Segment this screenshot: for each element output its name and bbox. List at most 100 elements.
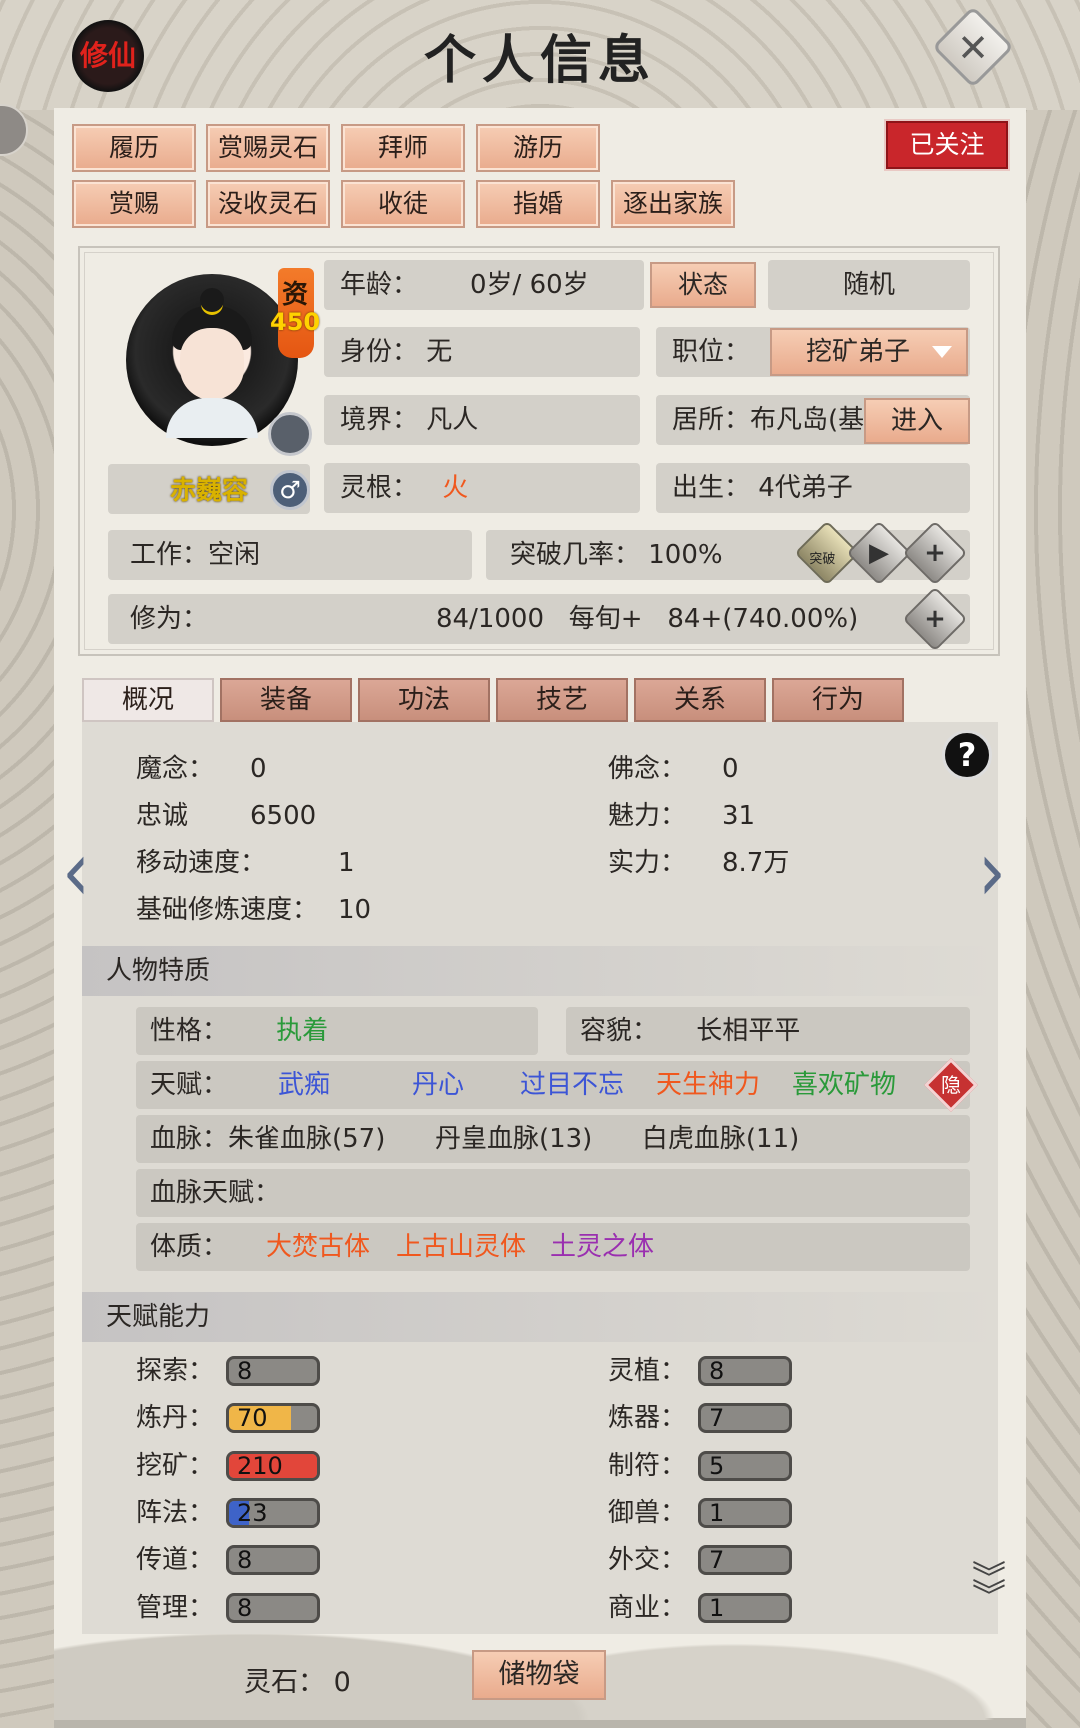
ability-label: 阵法： [136,1498,215,1528]
talent-item[interactable]: 过目不忘 [520,1061,624,1109]
tab-overview[interactable]: 概况 [82,678,214,722]
ability-bar: 23 [226,1498,320,1528]
enter-button[interactable]: 进入 [864,398,970,444]
identity-field: 身份： 无 [324,327,640,377]
aptitude-value: 450 [270,308,321,336]
tab-techniques[interactable]: 功法 [358,678,490,722]
stat-label: 佛念： [608,754,687,784]
ability-value: 1 [709,1594,725,1622]
ability-value: 8 [237,1546,253,1574]
ability-bar: 1 [698,1498,792,1528]
realm-field: 境界： 凡人 [324,395,640,445]
ability-bar: 7 [698,1403,792,1433]
state-button[interactable]: 状态 [650,262,756,308]
reward-button[interactable]: 赏赐 [72,180,196,228]
cultivation-field: 修为： 84/1000 每旬+ 84+(740.00%) [108,594,970,644]
ability-value: 210 [237,1452,283,1480]
apprentice-button[interactable]: 拜师 [341,124,465,172]
take-disciple-button[interactable]: 收徒 [341,180,465,228]
talent-item[interactable]: 天生神力 [656,1061,760,1109]
position-value: 挖矿弟子 [806,337,911,367]
ability-label: 炼器： [608,1403,687,1433]
play-icon: ▶ [869,538,889,568]
personality-value: 执着 [276,1016,329,1046]
character-name: 赤巍容 [170,476,249,506]
page-title: 个人信息 [423,30,656,91]
ability-value: 8 [237,1357,253,1385]
random-button[interactable]: 随机 [768,260,970,310]
root-field: 灵根： 火 [324,463,640,513]
right-border [1026,110,1080,1728]
brush-icon[interactable] [268,412,312,456]
ability-value: 70 [237,1404,268,1432]
ability-label: 探索： [136,1356,215,1386]
constitution-label: 体质： [150,1232,229,1262]
bloodline-talent-row: 血脉天赋： [136,1169,970,1217]
position-select[interactable]: 挖矿弟子 [770,328,968,376]
root-value: 火 [442,473,469,503]
ability-bar: 8 [226,1593,320,1623]
dropdown-arrow-icon [932,346,952,358]
looks-row: 容貌： 长相平平 [566,1007,970,1055]
stat-label: 魅力： [608,801,687,831]
section-traits: 人物特质 [82,946,998,996]
reward-stones-button[interactable]: 赏赐灵石 [206,124,330,172]
stat-label: 忠诚 [136,801,189,831]
ability-label: 管理： [136,1593,215,1623]
breakthrough-icon-label: 突破 [809,552,836,568]
history-button[interactable]: 履历 [72,124,196,172]
ability-label: 灵植： [608,1356,687,1386]
cultivation-value: 84/1000 每旬+ 84+(740.00%) [436,604,859,634]
ability-label: 挖矿： [136,1451,215,1481]
spirit-stone-count: 灵石： 0 [244,1667,351,1698]
stat-value: 0 [250,754,267,784]
ability-bar: 210 [226,1451,320,1481]
looks-label: 容貌： [580,1016,659,1046]
ability-value: 1 [709,1499,725,1527]
tab-skills[interactable]: 技艺 [496,678,628,722]
constitution-item[interactable]: 大焚古体 [266,1223,370,1271]
stat-label: 魔念： [136,754,215,784]
talent-item[interactable]: 丹心 [412,1061,464,1109]
age-value: 0岁/ 60岁 [470,270,589,300]
next-arrow-icon[interactable]: › [978,822,1006,920]
constitution-item[interactable]: 土灵之体 [550,1223,654,1271]
talent-row: 天赋： 武痴 丹心 过目不忘 天生神力 喜欢矿物 [136,1061,970,1109]
talent-item[interactable]: 武痴 [278,1061,330,1109]
personality-label: 性格： [150,1016,229,1046]
followed-button[interactable]: 已关注 [886,121,1008,169]
work-field: 工作：空闲 [108,530,472,580]
talent-item[interactable]: 喜欢矿物 [792,1061,896,1109]
scroll-down-icon[interactable]: ︾ ︾ [964,1562,1014,1620]
constitution-item[interactable]: 上古山灵体 [396,1223,526,1271]
ability-bar: 7 [698,1545,792,1575]
stat-value: 31 [722,801,756,831]
stat-value: 0 [722,754,739,784]
stat-label: 移动速度： [136,848,267,878]
ability-bar: 70 [226,1403,320,1433]
confiscate-stones-button[interactable]: 没收灵石 [206,180,330,228]
tab-behavior[interactable]: 行为 [772,678,904,722]
expel-button[interactable]: 逐出家族 [611,180,735,228]
ability-value: 8 [709,1357,725,1385]
ability-label: 传道： [136,1545,215,1575]
personality-row: 性格： 执着 [136,1007,538,1055]
ability-label: 外交： [608,1545,687,1575]
ability-label: 商业： [608,1593,687,1623]
ability-value: 23 [237,1499,268,1527]
plus-icon: + [924,538,946,568]
ability-value: 8 [237,1594,253,1622]
storage-bag-button[interactable]: 储物袋 [472,1650,606,1700]
ability-bar: 8 [226,1545,320,1575]
help-button[interactable]: ? [942,730,992,780]
prev-arrow-icon[interactable]: ‹ [62,822,90,920]
male-icon: ♂ [270,470,310,510]
ability-label: 制符： [608,1451,687,1481]
talent-label: 天赋： [150,1070,229,1100]
tab-equipment[interactable]: 装备 [220,678,352,722]
tab-relations[interactable]: 关系 [634,678,766,722]
travel-button[interactable]: 游历 [476,124,600,172]
arrange-marriage-button[interactable]: 指婚 [476,180,600,228]
aptitude-label: 资 [282,280,309,310]
ability-bar: 5 [698,1451,792,1481]
